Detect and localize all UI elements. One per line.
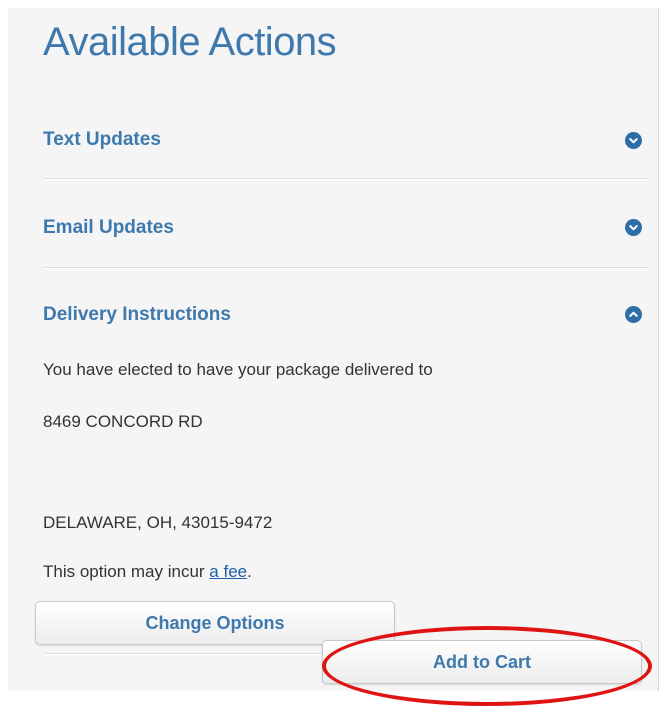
change-options-button[interactable]: Change Options [35, 601, 395, 645]
text-updates-header[interactable]: Text Updates [43, 129, 161, 151]
chevron-down-icon[interactable] [625, 219, 642, 236]
email-updates-header[interactable]: Email Updates [43, 217, 174, 239]
add-to-cart-button[interactable]: Add to Cart [322, 640, 642, 684]
chevron-up-icon[interactable] [625, 306, 642, 323]
available-actions-panel: Available Actions Text Updates Email Upd… [8, 8, 659, 691]
address-line-1: 8469 CONCORD RD [43, 412, 203, 431]
section-divider [43, 267, 650, 269]
section-divider [43, 653, 328, 655]
fee-notice-period: . [247, 562, 252, 581]
address-line-2: DELAWARE, OH, 43015-9472 [43, 513, 273, 532]
chevron-down-icon[interactable] [625, 132, 642, 149]
fee-link[interactable]: a fee [209, 562, 247, 581]
delivery-message: You have elected to have your package de… [43, 360, 433, 379]
fee-notice: This option may incur a fee. [43, 562, 252, 582]
page-title: Available Actions [43, 20, 337, 64]
section-divider [43, 178, 650, 180]
fee-notice-text: This option may incur [43, 562, 210, 581]
delivery-instructions-header[interactable]: Delivery Instructions [43, 304, 231, 326]
